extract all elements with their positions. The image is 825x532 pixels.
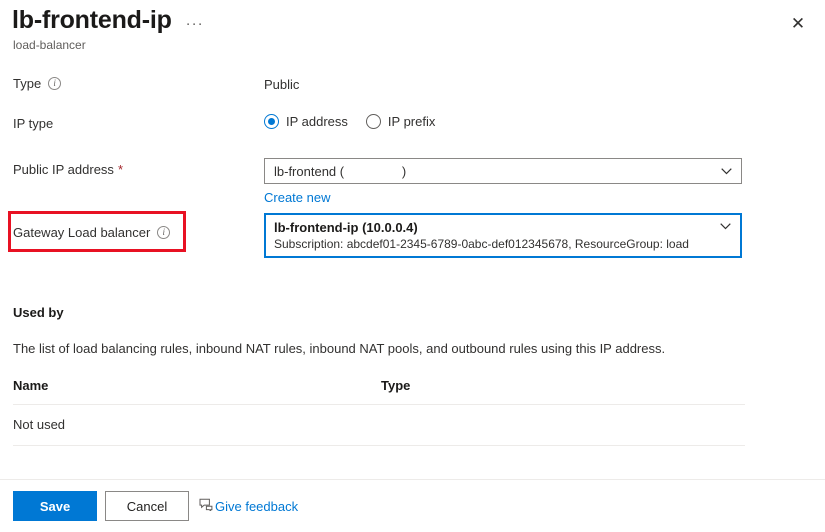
close-icon[interactable]: ✕ <box>785 10 811 36</box>
gateway-lb-selected-option: lb-frontend-ip (10.0.0.4) Subscription: … <box>274 215 718 256</box>
give-feedback-link[interactable]: Give feedback <box>199 497 298 516</box>
field-type: Type i Public <box>0 76 825 116</box>
radio-ip-prefix[interactable]: IP prefix <box>365 114 436 129</box>
required-marker: * <box>117 162 123 177</box>
type-value: Public <box>264 77 300 92</box>
public-ip-address-dropdown[interactable]: lb-frontend ( ) <box>264 158 742 184</box>
form-area: Type i Public IP type IP address IP pref… <box>0 76 825 273</box>
type-label-group: Type i <box>13 76 253 91</box>
radio-ip-address[interactable]: IP address <box>264 114 348 129</box>
radio-ip-address-label: IP address <box>286 114 348 129</box>
field-ip-type: IP type IP address IP prefix <box>0 114 825 158</box>
title-row: lb-frontend-ip ··· <box>12 5 204 35</box>
gateway-lb-selected-title: lb-frontend-ip (10.0.0.4) <box>274 220 418 235</box>
radio-ip-prefix-label: IP prefix <box>387 114 436 129</box>
page-title: lb-frontend-ip <box>12 6 172 34</box>
gateway-load-balancer-dropdown[interactable]: lb-frontend-ip (10.0.0.4) Subscription: … <box>264 213 742 258</box>
info-icon[interactable]: i <box>157 226 171 239</box>
chevron-down-icon <box>719 167 733 175</box>
public-ip-label-group: Public IP address * <box>13 162 253 177</box>
radio-unselected-icon <box>365 114 381 129</box>
column-header-name: Name <box>13 378 49 393</box>
table-header-row: Name Type <box>13 378 745 405</box>
save-button[interactable]: Save <box>13 491 97 521</box>
column-header-type: Type <box>381 378 411 393</box>
ip-type-radio-group: IP address IP prefix <box>264 114 435 129</box>
info-icon[interactable]: i <box>48 77 62 90</box>
type-label: Type <box>13 76 42 91</box>
ip-type-label: IP type <box>13 116 54 131</box>
radio-selected-icon <box>264 114 279 129</box>
gateway-lb-selected-subtitle: Subscription: abcdef01-2345-6789-0abc-de… <box>274 237 689 251</box>
used-by-title: Used by <box>13 305 64 320</box>
gateway-lb-value-wrap: lb-frontend-ip (10.0.0.4) Subscription: … <box>264 213 742 258</box>
gateway-lb-label-group: Gateway Load balancer i <box>13 225 253 240</box>
public-ip-address-selected-value: lb-frontend ( ) <box>274 163 407 179</box>
cell-type <box>381 417 745 432</box>
field-gateway-load-balancer: Gateway Load balancer i lb-frontend-ip (… <box>0 213 825 273</box>
gateway-lb-label: Gateway Load balancer <box>13 225 151 240</box>
cancel-button[interactable]: Cancel <box>105 491 189 521</box>
public-ip-label: Public IP address <box>13 162 114 177</box>
chevron-down-icon <box>718 215 732 256</box>
feedback-icon <box>199 497 213 516</box>
field-public-ip-address: Public IP address * lb-frontend ( ) Crea… <box>0 158 825 213</box>
blade-header: lb-frontend-ip ··· load-balancer ✕ <box>0 0 825 62</box>
footer-bar: Save Cancel Give feedback <box>0 479 825 532</box>
used-by-table: Name Type Not used <box>13 378 745 446</box>
cell-name: Not used <box>13 417 66 432</box>
more-options-icon[interactable]: ··· <box>186 16 204 31</box>
public-ip-value-wrap: lb-frontend ( ) Create new <box>264 158 742 207</box>
page-subtitle: load-balancer <box>13 38 86 52</box>
give-feedback-label: Give feedback <box>215 498 299 514</box>
table-row: Not used <box>13 405 745 446</box>
type-value-wrap: Public <box>264 76 299 94</box>
create-new-link[interactable]: Create new <box>264 190 330 205</box>
used-by-description: The list of load balancing rules, inboun… <box>13 341 666 356</box>
